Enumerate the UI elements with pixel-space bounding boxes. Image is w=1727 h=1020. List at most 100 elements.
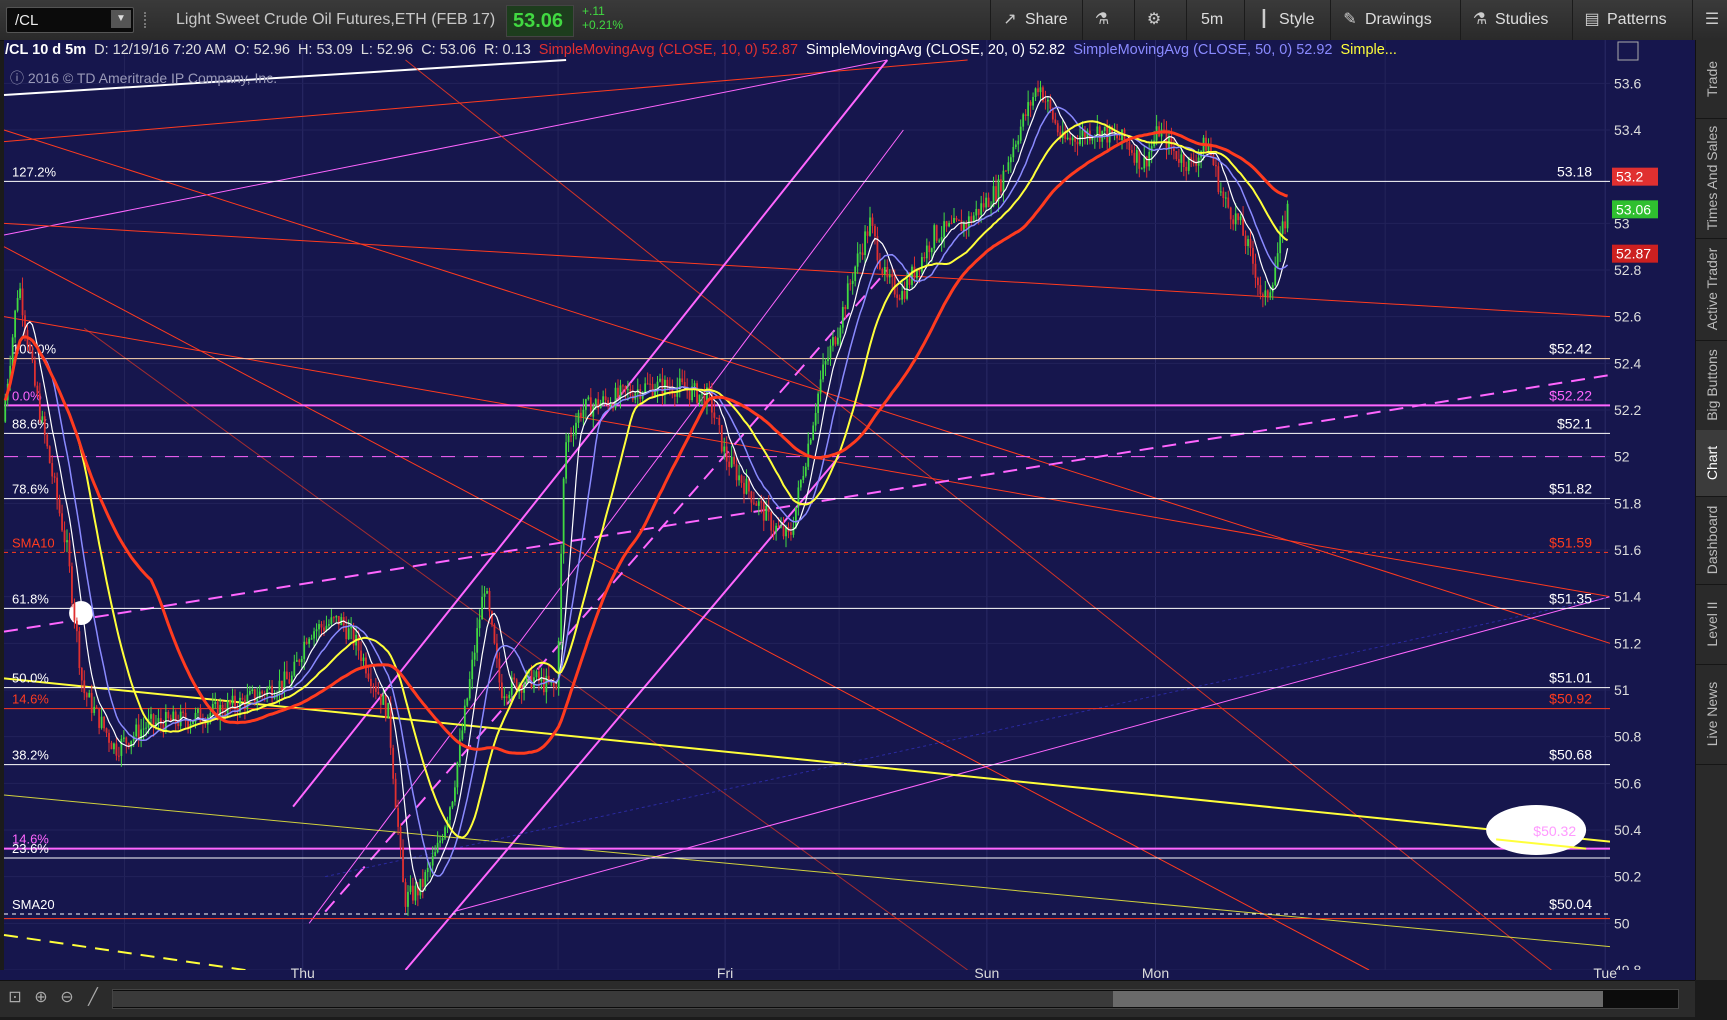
tab-active-trader[interactable]: Active Trader [1696, 238, 1727, 341]
tab-live-news[interactable]: Live News [1696, 664, 1727, 765]
candle-body [4, 400, 7, 422]
candle-body [584, 399, 587, 410]
candle-body [572, 434, 575, 436]
candle-body [1195, 163, 1198, 166]
candle-body [1128, 141, 1131, 150]
share-label: Share [1025, 11, 1068, 28]
candle-body [1024, 114, 1027, 117]
candle-body [930, 248, 933, 253]
candle-body [718, 417, 721, 426]
patterns-button[interactable]: ▤ Patterns [1572, 0, 1690, 40]
candle-body [799, 479, 802, 488]
tab-level-ii[interactable]: Level II [1696, 584, 1727, 665]
candle-body [192, 721, 194, 724]
legend-sma50-value: 52.92 [1296, 42, 1333, 58]
patterns-label: Patterns [1607, 11, 1667, 28]
candle-body [626, 389, 629, 391]
candle-body [856, 253, 859, 267]
timeframe-label: 5m [1201, 11, 1224, 28]
candle-body [673, 394, 676, 397]
info-icon: ⓘ [10, 70, 28, 86]
candle-body [844, 306, 847, 310]
candle-body [861, 252, 864, 256]
tab-label: Live News [1704, 681, 1720, 747]
zoom-reset-icon[interactable]: ⊡ [4, 987, 26, 1009]
legend-sma10-value: 52.87 [761, 42, 799, 58]
change-box: +.11 +0.21% [582, 4, 623, 32]
tab-times-and-sales[interactable]: Times And Sales [1696, 118, 1727, 239]
price-chart[interactable]: 127.2% 53.18100.0% $52.420.0% $52.2288.6% $5… [0, 40, 1695, 980]
candle-body [382, 694, 385, 705]
candle-body [374, 686, 377, 692]
time-scrollbar[interactable] [112, 989, 1679, 1009]
tab-dashboard[interactable]: Dashboard [1696, 496, 1727, 585]
candle-body [241, 697, 244, 700]
candle-body [379, 693, 382, 705]
candle-body [38, 393, 41, 421]
candle-body [197, 708, 199, 713]
candle-body [782, 526, 785, 537]
candle-body [720, 425, 723, 452]
candle-body [1054, 119, 1057, 124]
candle-body [829, 345, 832, 358]
tab-label: Trade [1704, 60, 1720, 98]
tab-trade[interactable]: Trade [1696, 40, 1727, 119]
candle-body [940, 236, 943, 241]
flask-icon: ⚗ [1094, 11, 1110, 28]
timeframe-button[interactable]: 5m [1186, 0, 1242, 40]
candle-body [580, 412, 582, 417]
candle-body [56, 477, 59, 500]
price-tick-label: 50.8 [1614, 729, 1641, 745]
drawings-button[interactable]: ✎ Drawings [1330, 0, 1458, 40]
candle-body [33, 360, 36, 386]
candle-body [115, 743, 118, 756]
tab-label: Times And Sales [1704, 125, 1720, 231]
studies-button[interactable]: ⚗ Studies [1460, 0, 1570, 40]
candle-body [562, 478, 565, 554]
tab-label: Active Trader [1704, 247, 1720, 331]
draw-line-icon[interactable]: ╱ [82, 987, 104, 1009]
fib-level-pct: 23.6% [12, 841, 49, 856]
candle-body [399, 826, 402, 848]
candle-body [1000, 179, 1002, 192]
candle-body [360, 650, 362, 662]
menu-button[interactable]: ☰ [1692, 0, 1727, 40]
candle-body [83, 680, 86, 694]
zoom-out-icon[interactable]: ⊖ [56, 987, 78, 1009]
legend-low: L: 52.96 [360, 42, 414, 58]
settings-button[interactable]: ⚙ [1134, 0, 1184, 40]
candle-body [980, 203, 983, 215]
candle-body [1185, 167, 1188, 171]
pct-change: +0.21% [582, 18, 624, 32]
style-button[interactable]: ┃ Style [1244, 0, 1328, 40]
candle-body [928, 245, 931, 253]
legend-more[interactable]: Simple... [1340, 42, 1396, 58]
link-grip-icon[interactable] [144, 12, 152, 28]
share-button[interactable]: ↗ Share [990, 0, 1080, 40]
price-badge-label: 53.06 [1616, 201, 1651, 217]
candle-body [696, 383, 698, 403]
fib-level-price: $51.82 [1549, 481, 1592, 497]
candle-body [864, 231, 866, 256]
zoom-in-icon[interactable]: ⊕ [30, 987, 52, 1009]
price-tick-label: 50 [1614, 915, 1630, 931]
tab-chart[interactable]: Chart [1696, 430, 1727, 497]
flask-button[interactable]: ⚗ [1082, 0, 1132, 40]
legend-sma20: SimpleMovingAvg (CLOSE, 20, 0) [806, 42, 1025, 58]
candle-body [1091, 138, 1094, 141]
candle-body [730, 456, 733, 468]
scrollbar-thumb[interactable] [1113, 991, 1603, 1007]
candle-body [1131, 149, 1133, 153]
symbol-selector[interactable]: /CL ▼ [6, 7, 134, 33]
chevron-down-icon[interactable]: ▼ [111, 10, 131, 28]
candle-body [874, 225, 876, 237]
candle-body [977, 209, 980, 215]
candle-body [565, 442, 567, 479]
candle-body [266, 688, 269, 696]
candle-body [182, 711, 185, 713]
candle-body [1034, 88, 1037, 97]
candle-body [392, 747, 395, 779]
candle-body [955, 217, 958, 220]
candle-body [80, 668, 83, 681]
tab-big-buttons[interactable]: Big Buttons [1696, 340, 1727, 431]
